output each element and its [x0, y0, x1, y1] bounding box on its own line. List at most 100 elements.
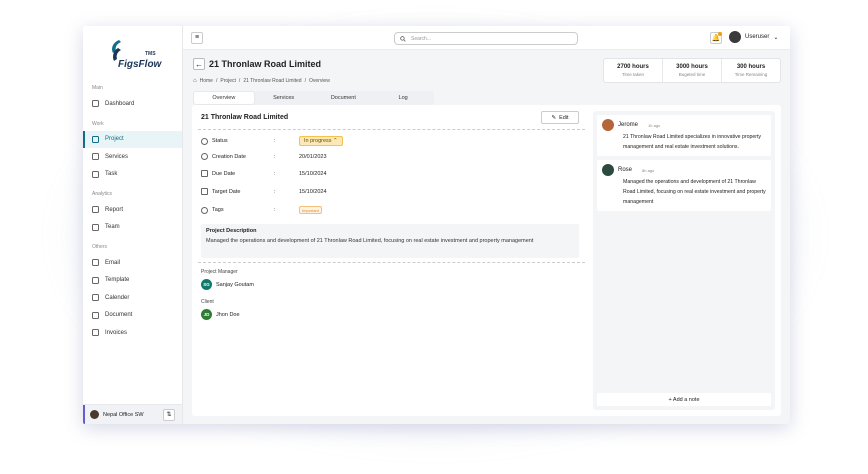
briefcase-icon: [92, 135, 99, 143]
note-text: 21 Thronlaw Road Limited specializes in …: [623, 134, 762, 150]
office-switcher[interactable]: Nepal Office SW ⇅: [83, 404, 182, 424]
tab-document[interactable]: Document: [314, 92, 374, 104]
creation-date-row: Creation Date : 20/01/2023: [201, 153, 327, 160]
field-label: Creation Date: [212, 153, 246, 160]
tag-badge: Important: [299, 206, 322, 214]
client-name: Jhon Doe: [216, 311, 240, 318]
field-label: Tags: [212, 207, 224, 213]
client: JD Jhon Doe: [201, 309, 240, 320]
note-card: Rose 8h ago Managed the operations and d…: [597, 160, 771, 212]
sidebar: TMS FigsFlow Main Dashboard Work Project…: [83, 26, 183, 424]
avatar: JD: [201, 309, 212, 320]
note-time: 8h ago: [642, 167, 655, 173]
stat-value: 3000 hours: [676, 64, 708, 70]
logo-tag: TMS: [145, 51, 156, 57]
search-input[interactable]: Search...: [394, 32, 578, 45]
due-date-value: 15/10/2024: [299, 170, 327, 177]
tab-overview[interactable]: Overview: [194, 92, 254, 104]
sidebar-item-label: Calender: [105, 294, 130, 301]
client-label: Client: [201, 299, 214, 305]
office-name: Nepal Office SW: [103, 411, 144, 418]
sidebar-item-template[interactable]: Template: [83, 272, 182, 290]
app-window: TMS FigsFlow Main Dashboard Work Project…: [83, 26, 790, 424]
stat-label: Bugeted time: [678, 72, 706, 77]
calendar-icon: [201, 170, 208, 177]
creation-date-value: 20/01/2023: [299, 153, 327, 160]
sidebar-item-calender[interactable]: Calender: [83, 289, 182, 307]
project-description: Project Description Managed the operatio…: [201, 224, 579, 258]
sidebar-item-dashboard[interactable]: Dashboard: [83, 95, 182, 113]
note-author: Rose: [618, 167, 633, 174]
add-note-button[interactable]: + Add a note: [597, 393, 771, 406]
report-icon: [92, 206, 99, 214]
status-dropdown[interactable]: In progress ⌃: [299, 136, 343, 146]
chevron-updown-icon: ⌃: [333, 138, 338, 144]
search-placeholder: Search...: [411, 35, 432, 42]
sidebar-item-label: Dashboard: [105, 100, 135, 107]
sidebar-item-label: Email: [105, 259, 121, 266]
nav-section-main: Main: [92, 85, 103, 91]
edit-button[interactable]: ✎ Edit: [541, 111, 579, 124]
note-time: 1h ago: [648, 122, 661, 128]
time-stats: 2700 hours Time taken 3000 hours Bugeted…: [603, 58, 781, 83]
sidebar-item-label: Document: [105, 312, 133, 319]
edit-icon: ✎: [551, 114, 557, 121]
divider: [198, 262, 585, 263]
project-card: 21 Thronlaw Road Limited ✎ Edit Status :…: [192, 105, 781, 416]
tab-services[interactable]: Services: [254, 92, 314, 104]
note-author: Jerome: [618, 122, 639, 128]
breadcrumb: ⌂ Home / Project / 21 Thronlaw Road Limi…: [193, 78, 330, 84]
logo: TMS FigsFlow: [83, 30, 182, 80]
user-name: Useruser: [745, 34, 770, 40]
avatar: SG: [201, 279, 212, 290]
field-label: Status: [212, 138, 228, 144]
home-icon: ⌂: [193, 78, 197, 84]
notes-panel: Jerome 1h ago 21 Thronlaw Road Limited s…: [593, 111, 775, 410]
chevron-down-icon: ⌄: [773, 34, 779, 41]
user-menu[interactable]: Useruser ⌄: [729, 31, 778, 43]
sidebar-item-label: Report: [105, 206, 124, 213]
manager-label: Project Manager: [201, 269, 238, 275]
notification-dot: [718, 32, 722, 36]
clock-icon: [201, 153, 208, 160]
team-icon: [92, 223, 99, 231]
sidebar-item-invoices[interactable]: Invoices: [83, 324, 182, 342]
notification-bell-icon[interactable]: 🔔: [710, 32, 722, 44]
sidebar-item-label: Services: [105, 153, 129, 160]
note-card: Jerome 1h ago 21 Thronlaw Road Limited s…: [597, 115, 771, 157]
calendar-icon: [92, 294, 99, 302]
sidebar-item-services[interactable]: Services: [83, 148, 182, 166]
manager-name: Sanjay Goutam: [216, 281, 254, 288]
nav-section-work: Work: [92, 120, 104, 127]
nav-section-others: Others: [92, 244, 108, 250]
breadcrumb-project-name[interactable]: 21 Thronlaw Road Limited: [243, 78, 301, 84]
sidebar-item-project[interactable]: Project: [83, 130, 182, 148]
sidebar-item-email[interactable]: Email: [83, 254, 182, 272]
menu-icon[interactable]: ≡: [191, 31, 203, 44]
back-arrow-icon[interactable]: ←: [193, 58, 205, 70]
divider: [198, 129, 585, 130]
task-icon: [92, 170, 99, 178]
avatar: [602, 119, 614, 131]
invoice-icon: [92, 329, 99, 337]
tags-row: Tags : Important: [201, 206, 322, 214]
target-date-row: Target Date : 15/10/2024: [201, 188, 327, 195]
project-title: 21 Thronlaw Road Limited: [201, 114, 289, 121]
topbar: ≡ Search... 🔔 Useruser ⌄: [183, 26, 790, 50]
description-heading: Project Description: [206, 228, 257, 234]
tab-log[interactable]: Log: [373, 92, 433, 104]
breadcrumb-home[interactable]: Home: [200, 78, 213, 84]
sidebar-item-team[interactable]: Team: [83, 219, 182, 237]
logo-text: FigsFlow: [118, 59, 162, 70]
sidebar-item-task[interactable]: Task: [83, 166, 182, 184]
target-date-value: 15/10/2024: [299, 188, 327, 195]
search-icon: [400, 35, 406, 42]
breadcrumb-project[interactable]: Project: [220, 78, 236, 84]
stat-budgeted-time: 3000 hours Bugeted time: [662, 59, 721, 82]
swap-icon[interactable]: ⇅: [163, 408, 175, 421]
sidebar-item-report[interactable]: Report: [83, 201, 182, 219]
page-header: ← 21 Thronlaw Road Limited ⌂ Home / Proj…: [183, 50, 790, 105]
sidebar-item-document[interactable]: Document: [83, 307, 182, 325]
stat-label: Time taken: [621, 72, 645, 77]
office-avatar: [90, 410, 99, 419]
